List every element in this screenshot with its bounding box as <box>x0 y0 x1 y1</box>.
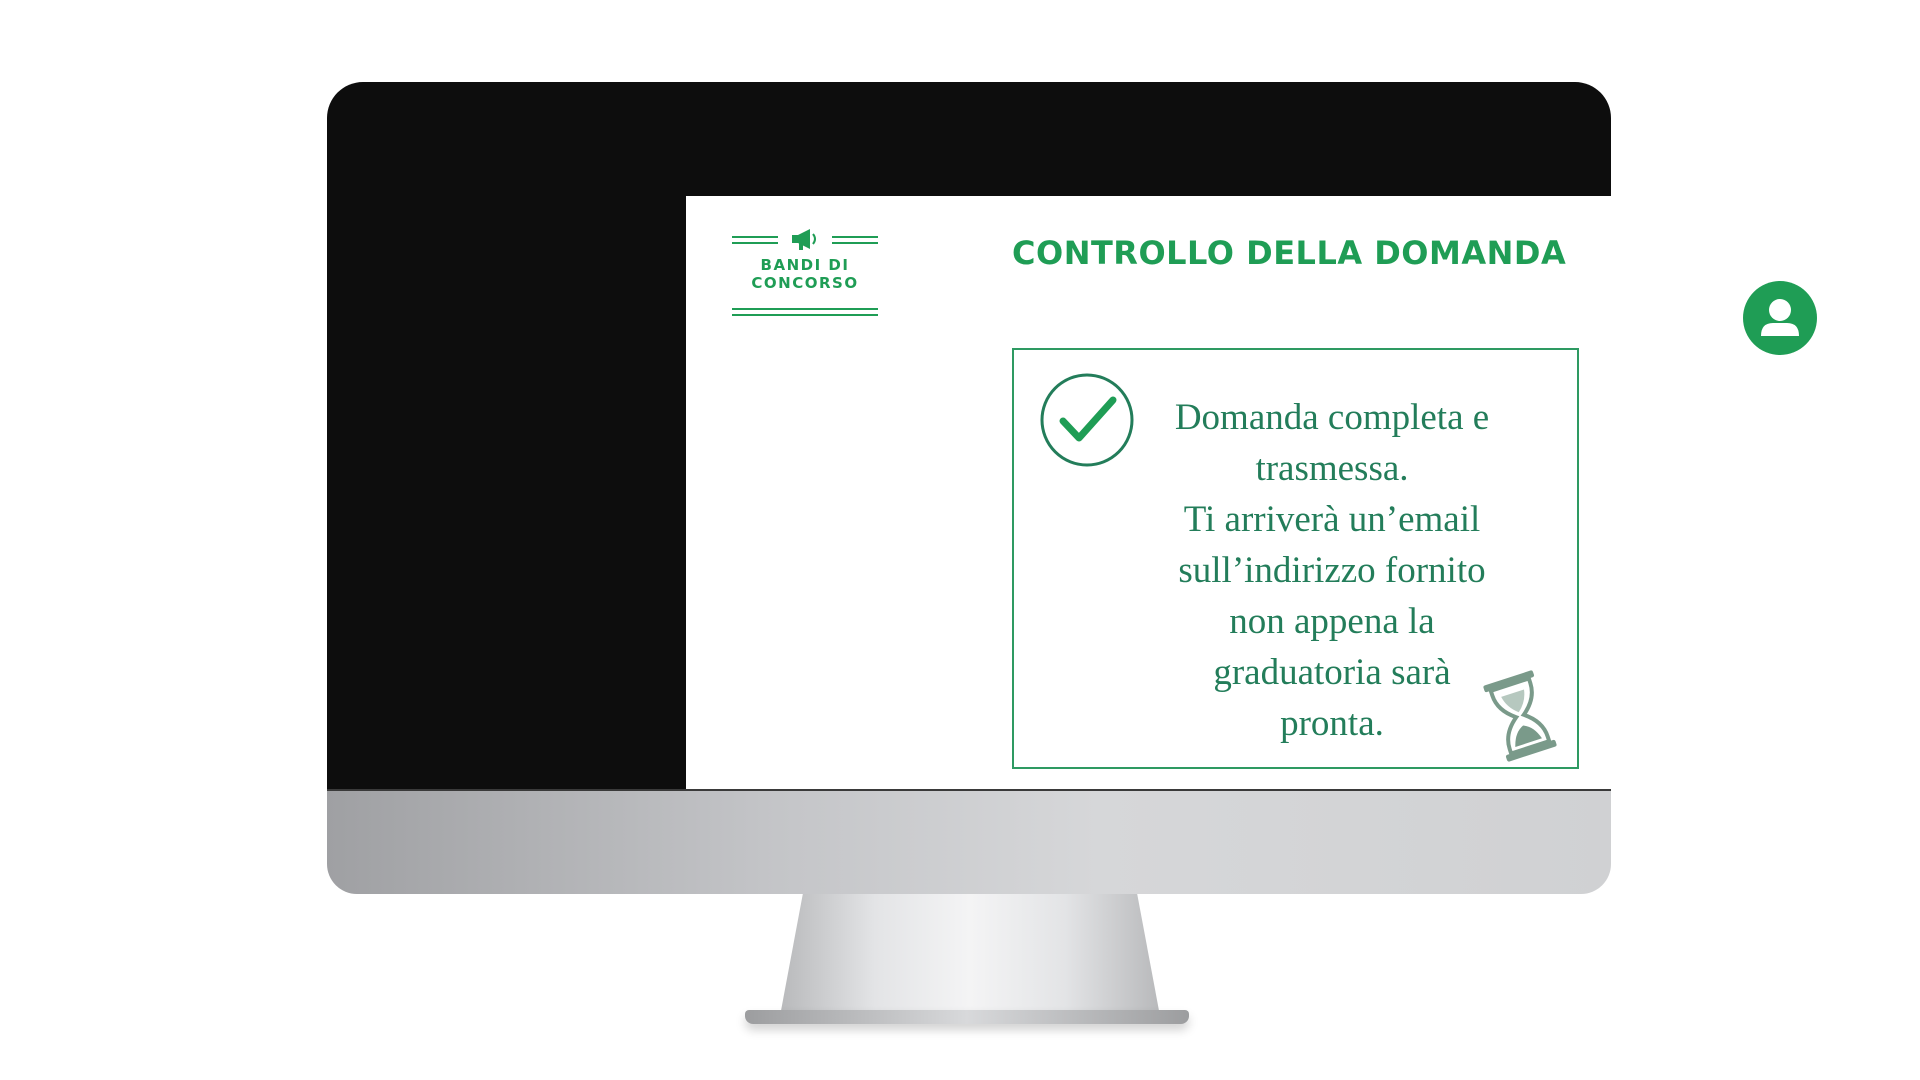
megaphone-icon <box>792 229 816 250</box>
status-message-line: Ti arriverà un’email <box>1183 499 1481 540</box>
logo-line-2: CONCORSO <box>751 274 859 292</box>
monitor-bezel: BANDI DI CONCORSO CONTROLLO DELLA DOMAND… <box>327 82 1906 841</box>
status-message: Domanda completa e trasmessa. Ti arriver… <box>1152 392 1512 749</box>
application-status-card: Domanda completa e trasmessa. Ti arriver… <box>1012 348 1579 769</box>
monitor-stand <box>780 894 1160 1016</box>
monitor-chin <box>327 791 1611 894</box>
logo-rule <box>832 236 878 238</box>
checkmark-circle-icon <box>1040 373 1134 467</box>
user-avatar-icon <box>1761 299 1799 336</box>
hourglass-icon <box>1483 670 1557 762</box>
logo-text: BANDI DI CONCORSO <box>732 256 878 292</box>
status-message-line: sull’indirizzo fornito <box>1178 550 1486 591</box>
status-message-line: trasmessa. <box>1255 448 1409 489</box>
bandi-di-concorso-logo[interactable]: BANDI DI CONCORSO <box>732 224 878 318</box>
logo-line-1: BANDI DI <box>760 256 850 274</box>
logo-rule <box>832 242 878 244</box>
logo-rule <box>732 242 778 244</box>
status-message-line: graduatoria sarà <box>1213 652 1451 693</box>
page-title: CONTROLLO DELLA DOMANDA <box>1012 234 1567 272</box>
monitor-foot <box>745 1010 1189 1024</box>
logo-rule <box>732 236 778 238</box>
screen: BANDI DI CONCORSO CONTROLLO DELLA DOMAND… <box>686 196 1906 841</box>
status-message-line: non appena la <box>1229 601 1435 642</box>
logo-rule <box>732 314 878 316</box>
user-avatar-button[interactable] <box>1743 281 1817 355</box>
status-message-line: pronta. <box>1280 703 1384 744</box>
status-message-line: Domanda completa e <box>1174 397 1490 438</box>
logo-rule <box>732 308 878 310</box>
